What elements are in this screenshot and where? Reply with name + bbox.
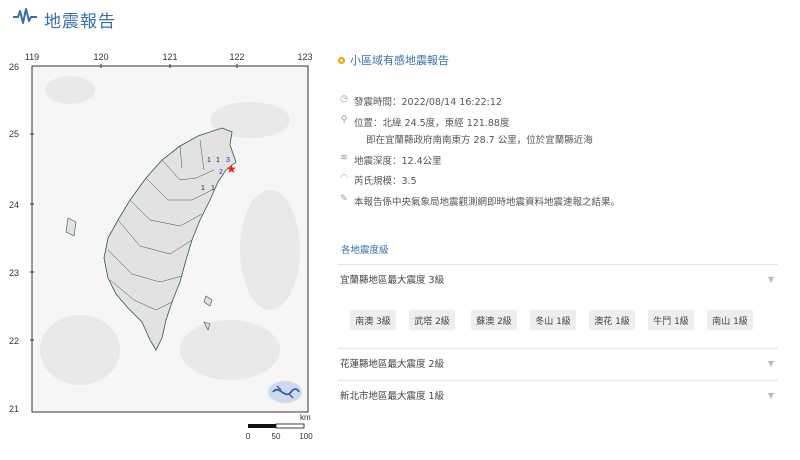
lon-tick-label: 123: [297, 52, 312, 62]
station-badge: 蘇澳 2級: [471, 310, 517, 330]
lat-tick-label: 26: [9, 62, 19, 72]
lat-tick-label: 22: [9, 336, 19, 346]
scale-bar-segment: [248, 424, 276, 428]
accordion-hualien[interactable]: 花蓮縣地區最大震度 2級 ▼: [338, 348, 778, 377]
lat-tick-label: 21: [9, 404, 19, 414]
scale-label: 50: [272, 432, 281, 441]
lon-tick-label: 122: [229, 52, 244, 62]
seismic-wave-icon: [13, 8, 37, 24]
station-badge: 武塔 2級: [409, 310, 455, 330]
lon-tick-label: 120: [93, 52, 108, 62]
station-intensity-label: 1: [207, 157, 211, 164]
station-intensity-label: 1: [201, 185, 205, 192]
station-badge: 冬山 1級: [530, 310, 576, 330]
accordion-label: 新北市地區最大震度 1級: [340, 391, 445, 402]
report-depth: ≋ 地震深度：12.4公里: [338, 153, 441, 167]
lat-tick-label: 24: [9, 200, 19, 210]
map-pin-icon: ⚲: [340, 115, 348, 125]
scale-label: 0: [246, 432, 251, 441]
depth-icon: ≋: [340, 153, 348, 163]
scale-unit: km: [300, 413, 311, 422]
page-title: 地震報告: [44, 12, 116, 32]
location-line2: 即在宜蘭縣政府南南東方 28.7 公里，位於宜蘭縣近海: [366, 135, 593, 146]
lon-tick-label: 121: [162, 52, 177, 62]
station-badge: 牛鬥 1級: [648, 310, 694, 330]
scale-label: 100: [299, 432, 313, 441]
station-badge: 南澳 3級: [350, 310, 396, 330]
lat-tick-label: 23: [9, 268, 19, 278]
earthquake-map: 119 120 121 122 123 26 25 24 23 22 21 1 …: [9, 52, 313, 441]
scale-bar-segment: [275, 423, 305, 429]
station-intensity-label: 1: [211, 185, 215, 192]
pencil-icon: ✎: [340, 194, 348, 204]
clock-icon: ◷: [340, 94, 348, 104]
accordion-label: 宜蘭縣地區最大震度 3級: [340, 275, 445, 286]
chevron-down-icon: ▼: [767, 274, 774, 284]
lat-tick-label: 25: [9, 129, 19, 139]
report-subtitle: 小區域有感地震報告: [338, 52, 449, 68]
report-location: ⚲ 位置：北緯 24.5度，東經 121.88度 即在宜蘭縣政府南南東方 28.…: [338, 115, 593, 146]
report-magnitude: ◠ 芮氏規模：3.5: [338, 173, 417, 187]
station-intensity-label: 2: [219, 169, 223, 176]
station-badge: 南山 1級: [707, 310, 753, 330]
chevron-down-icon: ▼: [767, 358, 774, 368]
cwb-logo: [268, 381, 302, 403]
accordion-yilan[interactable]: 宜蘭縣地區最大震度 3級 ▼: [338, 264, 778, 293]
report-note: ✎ 本報告係中央氣象局地震觀測網即時地震資料地震速報之結果。: [338, 194, 620, 208]
chevron-down-icon: ▼: [767, 390, 774, 400]
station-badge: 澳花 1級: [589, 310, 635, 330]
report-time: ◷ 發震時間：2022/08/14 16:22:12: [338, 94, 502, 108]
lon-tick-label: 119: [25, 52, 39, 62]
accordion-new-taipei[interactable]: 新北市地區最大震度 1級 ▼: [338, 380, 778, 409]
intensity-section-title: 各地震度級: [341, 245, 389, 256]
magnitude-icon: ◠: [340, 173, 348, 183]
station-intensity-label: 1: [216, 157, 220, 164]
location-line1: 位置：北緯 24.5度，東經 121.88度: [354, 118, 510, 129]
accordion-label: 花蓮縣地區最大震度 2級: [340, 359, 445, 370]
page-header: 地震報告: [0, 0, 800, 36]
station-intensity-list: 南澳 3級 武塔 2級 蘇澳 2級 冬山 1級 澳花 1級 牛鬥 1級 南山 1…: [338, 310, 778, 346]
circle-bullet-icon: [338, 56, 345, 64]
epicenter-star-icon: ★: [226, 162, 237, 176]
